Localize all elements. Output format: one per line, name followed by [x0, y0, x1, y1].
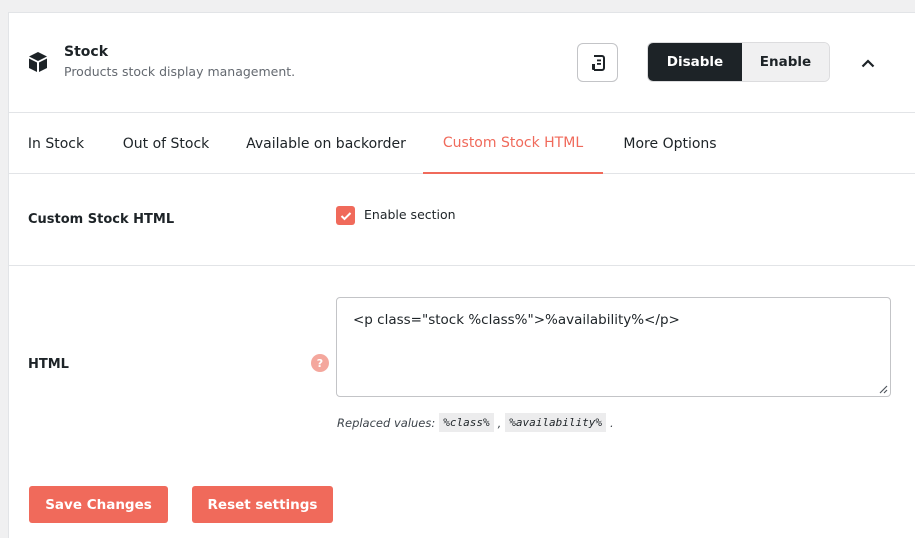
reset-settings-button[interactable]: Reset settings: [192, 486, 333, 523]
module-panel: Stock Products stock display management.…: [8, 12, 915, 538]
placeholder-separator: ,: [497, 415, 502, 430]
module-header: Stock Products stock display management.…: [9, 13, 915, 113]
enable-section-checkbox[interactable]: [336, 206, 355, 225]
tab-available-on-backorder[interactable]: Available on backorder: [229, 113, 423, 174]
chevron-up-icon: [861, 58, 875, 67]
placeholder-end: .: [609, 415, 614, 430]
replaced-values-hint: Replaced values: %class% , %availability…: [337, 413, 614, 432]
html-label: HTML: [28, 357, 69, 372]
tab-more-options[interactable]: More Options: [603, 113, 737, 174]
module-title: Stock: [64, 44, 109, 60]
section-toggle-row: Custom Stock HTML Enable section: [9, 174, 915, 266]
disable-button[interactable]: Disable: [648, 43, 742, 81]
tab-custom-stock-html[interactable]: Custom Stock HTML: [423, 113, 603, 174]
section-label: Custom Stock HTML: [28, 212, 175, 227]
placeholder-availability: %availability%: [505, 413, 606, 432]
tab-out-of-stock[interactable]: Out of Stock: [103, 113, 229, 174]
enable-button[interactable]: Enable: [742, 43, 829, 81]
placeholder-class: %class%: [439, 413, 494, 432]
module-description: Products stock display management.: [64, 64, 296, 79]
help-icon[interactable]: ?: [311, 354, 329, 372]
documentation-button[interactable]: [577, 43, 618, 82]
tab-bar: In Stock Out of Stock Available on backo…: [9, 113, 915, 174]
replaced-values-label: Replaced values:: [337, 415, 436, 430]
resize-grip-icon[interactable]: [878, 384, 888, 394]
save-changes-button[interactable]: Save Changes: [29, 486, 168, 523]
html-textarea[interactable]: <p class="stock %class%">%availability%<…: [336, 297, 891, 397]
document-icon: [591, 54, 605, 71]
collapse-button[interactable]: [854, 51, 882, 75]
enable-section-label[interactable]: Enable section: [364, 207, 456, 222]
tab-in-stock[interactable]: In Stock: [9, 113, 103, 174]
module-toggle: Disable Enable: [647, 42, 830, 82]
cube-icon: [29, 52, 47, 72]
checkmark-icon: [340, 211, 351, 220]
